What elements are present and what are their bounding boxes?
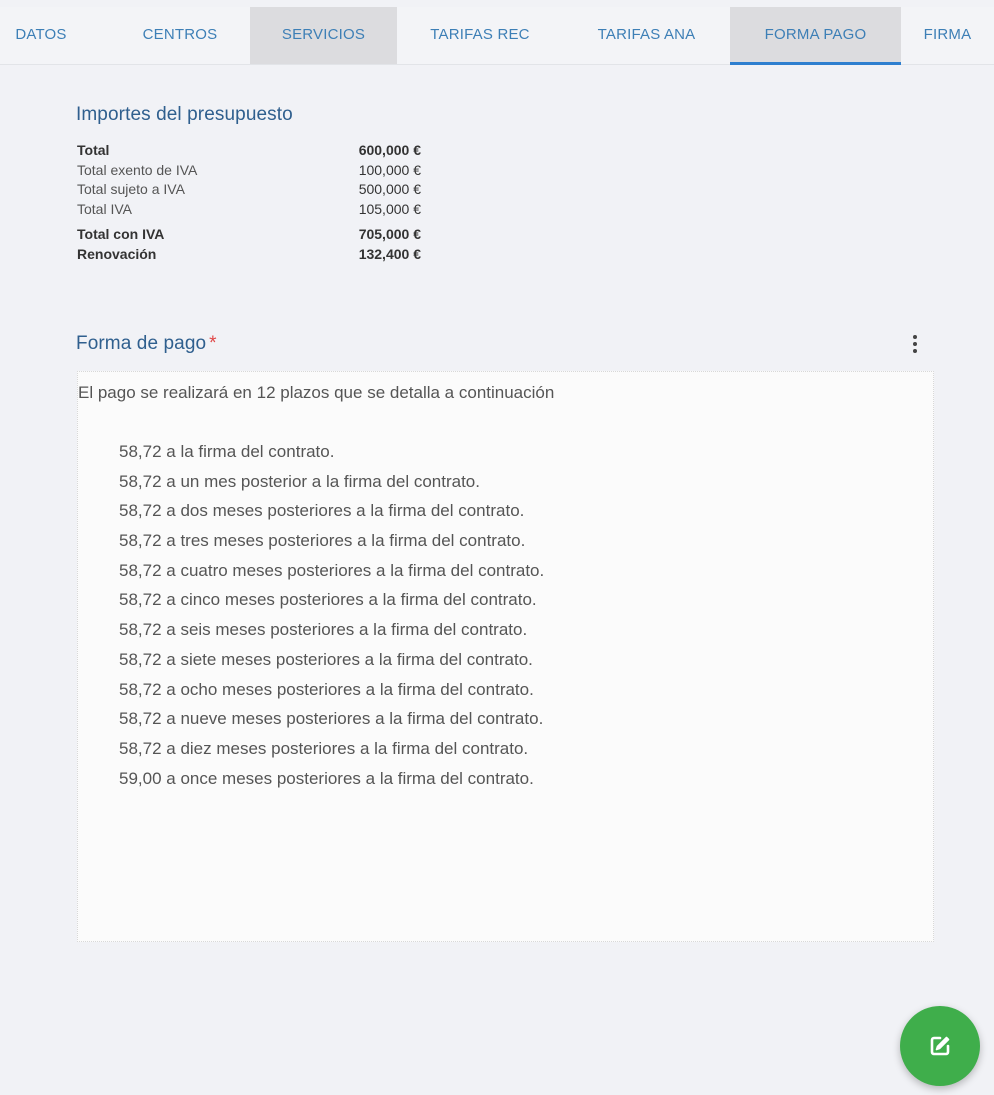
- payment-title-text: Forma de pago: [76, 333, 207, 354]
- amount-label: Total exento de IVA: [77, 161, 198, 178]
- amount-value: 132,400 €: [358, 245, 421, 262]
- tab-datos[interactable]: DATOS: [0, 7, 110, 64]
- amount-value: 105,000 €: [358, 200, 421, 217]
- list-item: 58,72 a dos meses posteriores a la firma…: [119, 501, 525, 521]
- list-item: 58,72 a diez meses posteriores a la firm…: [119, 738, 529, 758]
- tab-servicios[interactable]: SERVICIOS: [250, 7, 397, 64]
- amount-label: Total: [77, 142, 110, 158]
- tab-firma[interactable]: FIRMA: [901, 7, 994, 64]
- required-mark: *: [209, 333, 217, 354]
- amount-label: Renovación: [77, 245, 157, 262]
- list-item: 58,72 a ocho meses posteriores a la firm…: [119, 679, 534, 699]
- tab-tarifas-rec[interactable]: TARIFAS REC: [397, 7, 563, 64]
- edit-icon: [930, 1036, 950, 1056]
- tab-forma-pago[interactable]: FORMA PAGO: [730, 7, 901, 65]
- amount-row-total: Total 600,000 €: [77, 142, 437, 162]
- amount-label: Total sujeto a IVA: [77, 181, 185, 197]
- more-vert-icon[interactable]: [905, 331, 925, 357]
- amount-row-renovacion: Renovación 132,400 €: [77, 246, 437, 266]
- amount-value: 100,000 €: [358, 161, 421, 178]
- amounts-table: Total 600,000 € Total exento de IVA 100,…: [77, 142, 437, 265]
- payment-text-area[interactable]: El pago se realizará en 12 plazos que se…: [77, 371, 934, 942]
- edit-fab-button[interactable]: [900, 1006, 980, 1086]
- amount-row-total-con-iva: Total con IVA 705,000 €: [77, 226, 437, 246]
- list-item: 58,72 a cuatro meses posteriores a la fi…: [119, 560, 545, 580]
- payment-installments-list: 58,72 a la firma del contrato. 58,72 a u…: [119, 441, 544, 797]
- amount-row-iva: Total IVA 105,000 €: [77, 201, 437, 221]
- amount-row-exento: Total exento de IVA 100,000 €: [77, 162, 437, 182]
- list-item: 58,72 a seis meses posteriores a la firm…: [119, 620, 528, 640]
- list-item: 58,72 a cinco meses posteriores a la fir…: [119, 590, 537, 610]
- amount-label: Total IVA: [77, 200, 132, 217]
- amount-row-sujeto: Total sujeto a IVA 500,000 €: [77, 181, 437, 201]
- amount-value: 500,000 €: [358, 181, 421, 197]
- amount-value: 600,000 €: [358, 142, 421, 158]
- payment-title: Forma de pago *: [76, 333, 217, 355]
- list-item: 58,72 a la firma del contrato.: [119, 442, 335, 461]
- amounts-title: Importes del presupuesto: [76, 104, 293, 125]
- list-item: 59,00 a once meses posteriores a la firm…: [119, 768, 534, 788]
- amount-value: 705,000 €: [358, 226, 421, 242]
- tab-bar: DATOS CENTROS SERVICIOS TARIFAS REC TARI…: [0, 7, 994, 65]
- payment-intro: El pago se realizará en 12 plazos que se…: [78, 383, 555, 402]
- amount-label: Total con IVA: [77, 226, 165, 242]
- list-item: 58,72 a tres meses posteriores a la firm…: [119, 531, 526, 551]
- tab-centros[interactable]: CENTROS: [110, 7, 250, 64]
- list-item: 58,72 a siete meses posteriores a la fir…: [119, 649, 533, 669]
- list-item: 58,72 a un mes posterior a la firma del …: [119, 471, 480, 491]
- tab-tarifas-ana[interactable]: TARIFAS ANA: [563, 7, 730, 64]
- list-item: 58,72 a nueve meses posteriores a la fir…: [119, 709, 544, 729]
